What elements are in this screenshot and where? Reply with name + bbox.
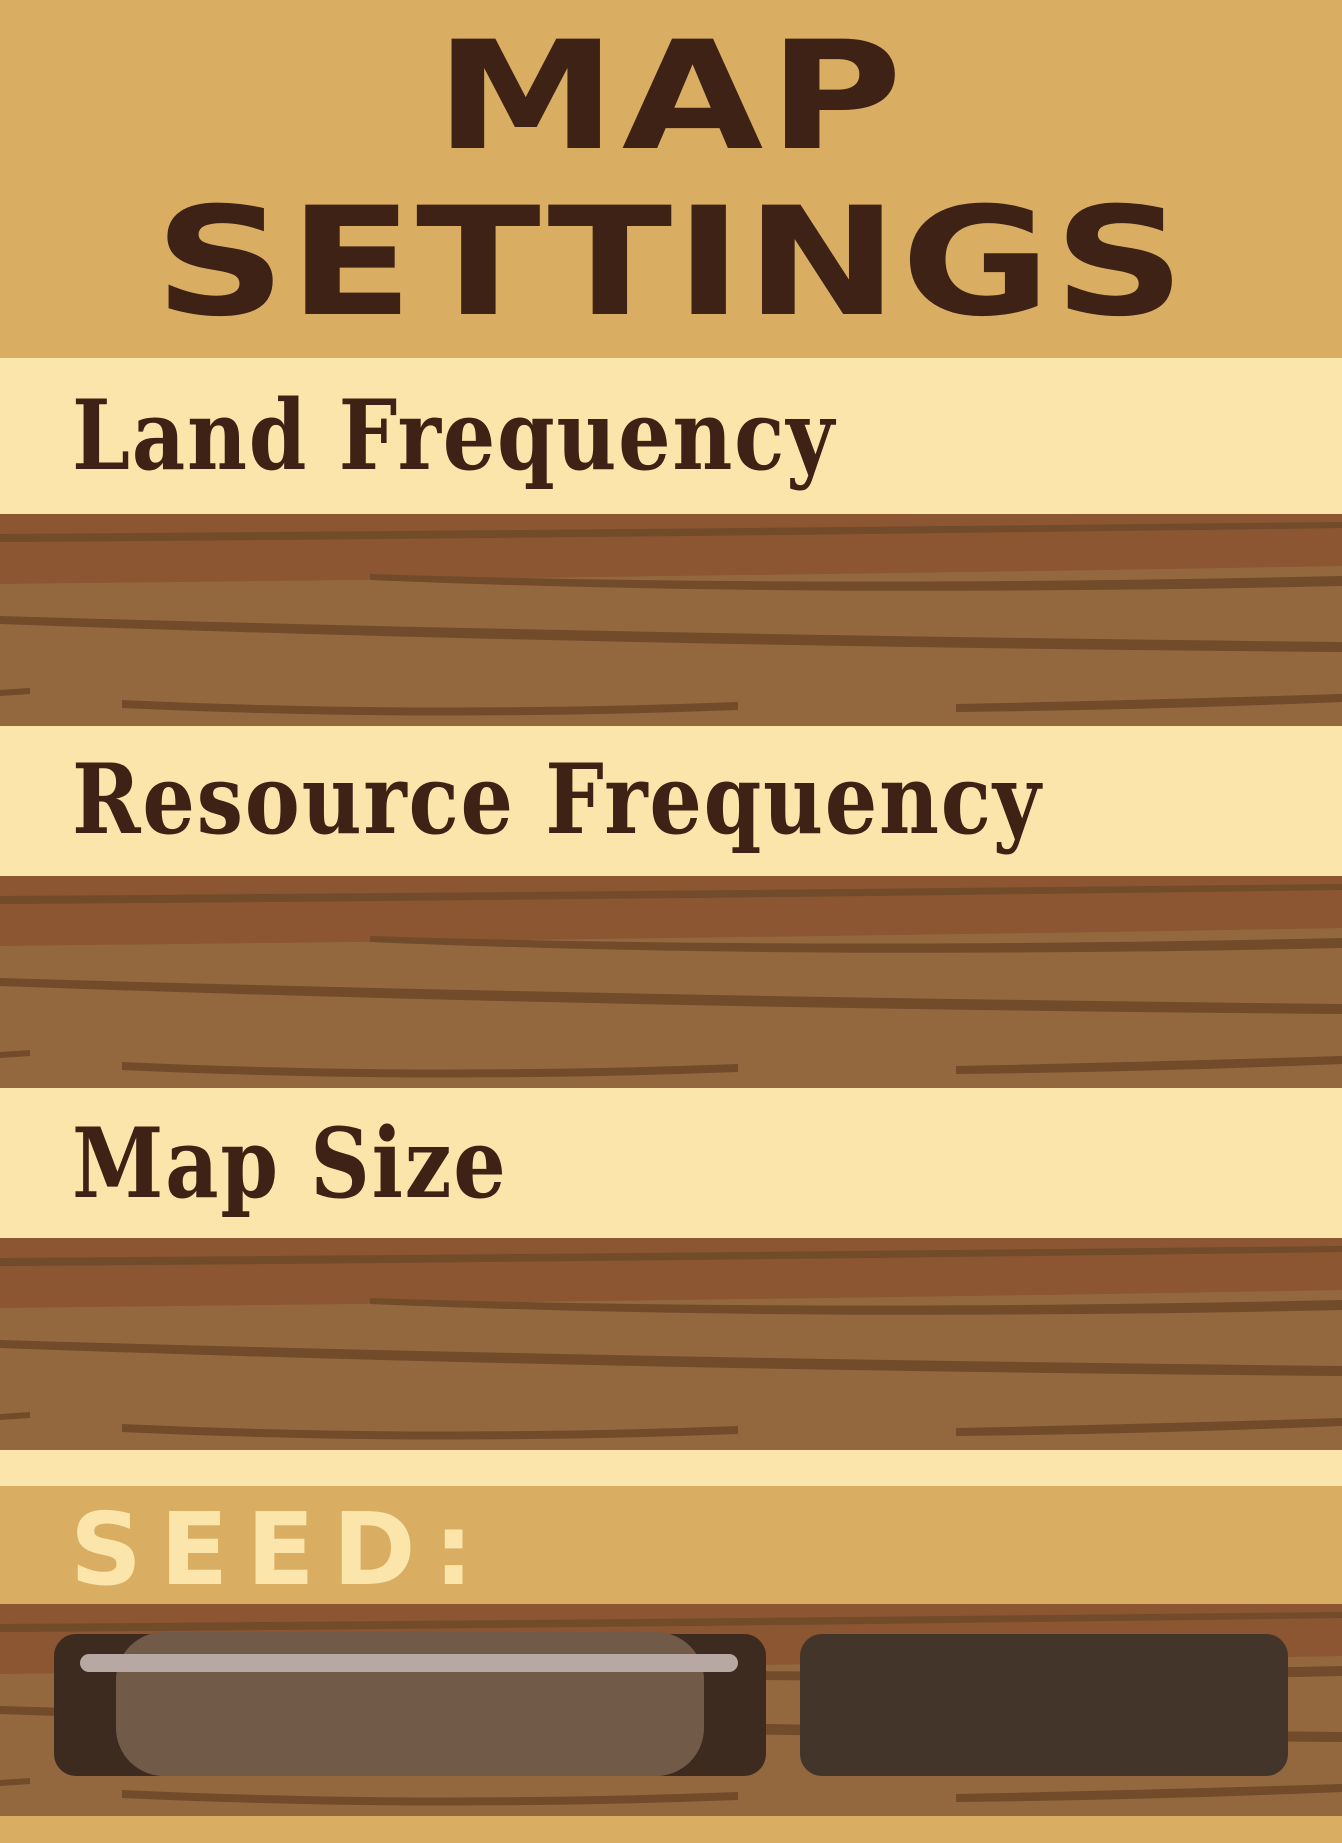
resource-frequency-label-band: Resource Frequency xyxy=(0,726,1342,876)
page-title-line-2: SETTINGS xyxy=(154,176,1188,350)
resource-frequency-label: Resource Frequency xyxy=(72,743,1043,856)
land-frequency-wood-panel[interactable] xyxy=(0,514,1342,726)
wood-texture xyxy=(0,514,1342,726)
wood-texture xyxy=(0,876,1342,1088)
seed-slider-track[interactable] xyxy=(80,1654,738,1672)
wood-texture xyxy=(0,1238,1342,1450)
map-settings-screen: MAP SETTINGS Land Frequency Resource Fre… xyxy=(0,0,1342,1843)
land-frequency-label-band: Land Frequency xyxy=(0,358,1342,514)
seed-label: SEED: xyxy=(70,1491,492,1608)
separator-band xyxy=(0,1450,1342,1486)
resource-frequency-wood-panel[interactable] xyxy=(0,876,1342,1088)
map-size-label-band: Map Size xyxy=(0,1088,1342,1238)
map-size-label: Map Size xyxy=(72,1107,508,1220)
map-size-wood-panel[interactable] xyxy=(0,1238,1342,1450)
header: MAP SETTINGS xyxy=(0,0,1342,358)
page-title-line-1: MAP xyxy=(434,10,908,184)
seed-input-box[interactable] xyxy=(800,1634,1288,1776)
land-frequency-label: Land Frequency xyxy=(72,379,836,492)
